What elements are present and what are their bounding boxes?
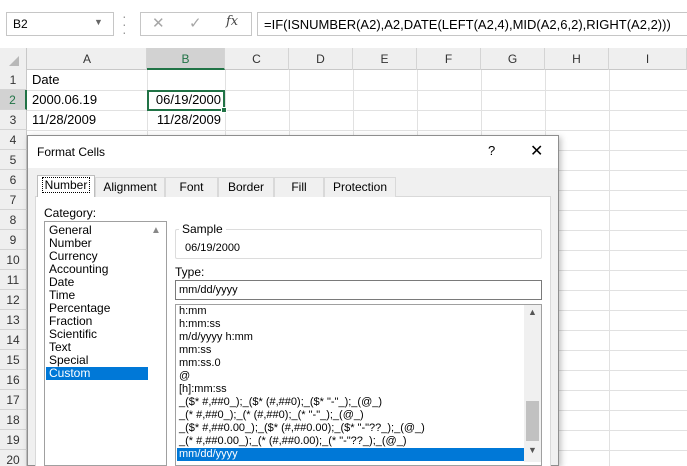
type-item[interactable]: _($* #,##0_);_($* (#,##0);_($* "-"_);_(@… xyxy=(177,396,524,409)
row-header-17[interactable]: 17 xyxy=(0,390,27,410)
type-item[interactable]: mm:ss.0 xyxy=(177,357,524,370)
row-header-13[interactable]: 13 xyxy=(0,310,27,330)
cell-a2[interactable]: 2000.06.19 xyxy=(32,90,144,110)
row-header-19[interactable]: 19 xyxy=(0,430,27,450)
vertical-dots-icon[interactable]: · · · xyxy=(122,9,127,39)
cell-a3[interactable]: 11/28/2009 xyxy=(32,110,144,130)
dialog-title: Format Cells xyxy=(37,145,106,159)
column-header-a[interactable]: A xyxy=(28,48,147,70)
gridline xyxy=(27,130,687,131)
chevron-down-icon[interactable]: ▼ xyxy=(528,445,537,455)
insert-function-icon[interactable]: fx xyxy=(226,14,238,29)
row-header-11[interactable]: 11 xyxy=(0,270,27,290)
row-header-8[interactable]: 8 xyxy=(0,210,27,230)
type-item[interactable]: mm:ss xyxy=(177,344,524,357)
type-input[interactable]: mm/dd/yyyy xyxy=(175,280,542,300)
tab-number[interactable]: Number xyxy=(37,175,95,197)
cell-b3[interactable]: 11/28/2009 xyxy=(147,110,225,130)
row-header-1[interactable]: 1 xyxy=(0,70,27,90)
cell-b2[interactable]: 06/19/2000 xyxy=(147,90,225,110)
type-item[interactable]: _(* #,##0_);_(* (#,##0);_(* "-"_);_(@_) xyxy=(177,409,524,422)
type-item[interactable]: @ xyxy=(177,370,524,383)
category-custom[interactable]: Custom xyxy=(46,367,148,380)
column-header-g[interactable]: G xyxy=(481,48,545,70)
row-header-9[interactable]: 9 xyxy=(0,230,27,250)
column-header-i[interactable]: I xyxy=(609,48,687,70)
row-header-14[interactable]: 14 xyxy=(0,330,27,350)
tab-number-label: Number xyxy=(41,177,91,193)
type-item[interactable]: [h]:mm:ss xyxy=(177,383,524,396)
formula-input[interactable]: =IF(ISNUMBER(A2),A2,DATE(LEFT(A2,4),MID(… xyxy=(257,12,687,36)
row-header-16[interactable]: 16 xyxy=(0,370,27,390)
row-header-12[interactable]: 12 xyxy=(0,290,27,310)
sample-value: 06/19/2000 xyxy=(185,242,241,254)
row-header-3[interactable]: 3 xyxy=(0,110,27,130)
chevron-down-icon[interactable]: ▼ xyxy=(94,17,103,27)
row-header-5[interactable]: 5 xyxy=(0,150,27,170)
column-header-f[interactable]: F xyxy=(417,48,481,70)
gridline xyxy=(609,70,610,466)
type-item[interactable]: _($* #,##0.00_);_($* (#,##0.00);_($* "-"… xyxy=(177,422,524,435)
column-header-b[interactable]: B xyxy=(147,48,225,70)
select-all-triangle-icon[interactable] xyxy=(9,56,19,66)
column-header-e[interactable]: E xyxy=(353,48,417,70)
row-header-2[interactable]: 2 xyxy=(0,90,27,110)
type-item[interactable]: h:mm xyxy=(177,305,524,318)
type-item[interactable]: h:mm:ss xyxy=(177,318,524,331)
scroll-up-icon[interactable]: ▲ xyxy=(151,225,161,236)
row-header-7[interactable]: 7 xyxy=(0,190,27,210)
chevron-up-icon[interactable]: ▲ xyxy=(528,307,537,317)
row-header-15[interactable]: 15 xyxy=(0,350,27,370)
close-icon[interactable]: ✕ xyxy=(530,141,543,161)
type-item[interactable]: m/d/yyyy h:mm xyxy=(177,331,524,344)
enter-check-icon[interactable]: ✓ xyxy=(189,14,202,32)
cell-a1[interactable]: Date xyxy=(32,70,144,90)
tab-protection[interactable]: Protection xyxy=(324,177,396,197)
row-header-4[interactable]: 4 xyxy=(0,130,27,150)
scrollbar-thumb[interactable] xyxy=(526,401,539,441)
help-button[interactable]: ? xyxy=(488,143,495,158)
type-item-selected[interactable]: mm/dd/yyyy xyxy=(177,448,524,461)
tab-alignment[interactable]: Alignment xyxy=(95,177,165,197)
dialog-titlebar[interactable] xyxy=(28,136,558,168)
tab-border[interactable]: Border xyxy=(218,177,274,197)
tab-fill[interactable]: Fill xyxy=(274,177,324,197)
type-item[interactable]: _(* #,##0.00_);_(* (#,##0.00);_(* "-"??_… xyxy=(177,435,524,448)
category-label: Category: xyxy=(44,206,97,220)
row-header-18[interactable]: 18 xyxy=(0,410,27,430)
cancel-icon[interactable]: ✕ xyxy=(152,14,165,32)
tab-font[interactable]: Font xyxy=(165,177,218,197)
row-header-20[interactable]: 20 xyxy=(0,450,27,466)
column-header-c[interactable]: C xyxy=(225,48,289,70)
row-header-10[interactable]: 10 xyxy=(0,250,27,270)
type-label: Type: xyxy=(175,265,205,279)
row-header-6[interactable]: 6 xyxy=(0,170,27,190)
column-header-h[interactable]: H xyxy=(545,48,609,70)
column-header-d[interactable]: D xyxy=(289,48,353,70)
sample-label: Sample xyxy=(179,222,226,236)
